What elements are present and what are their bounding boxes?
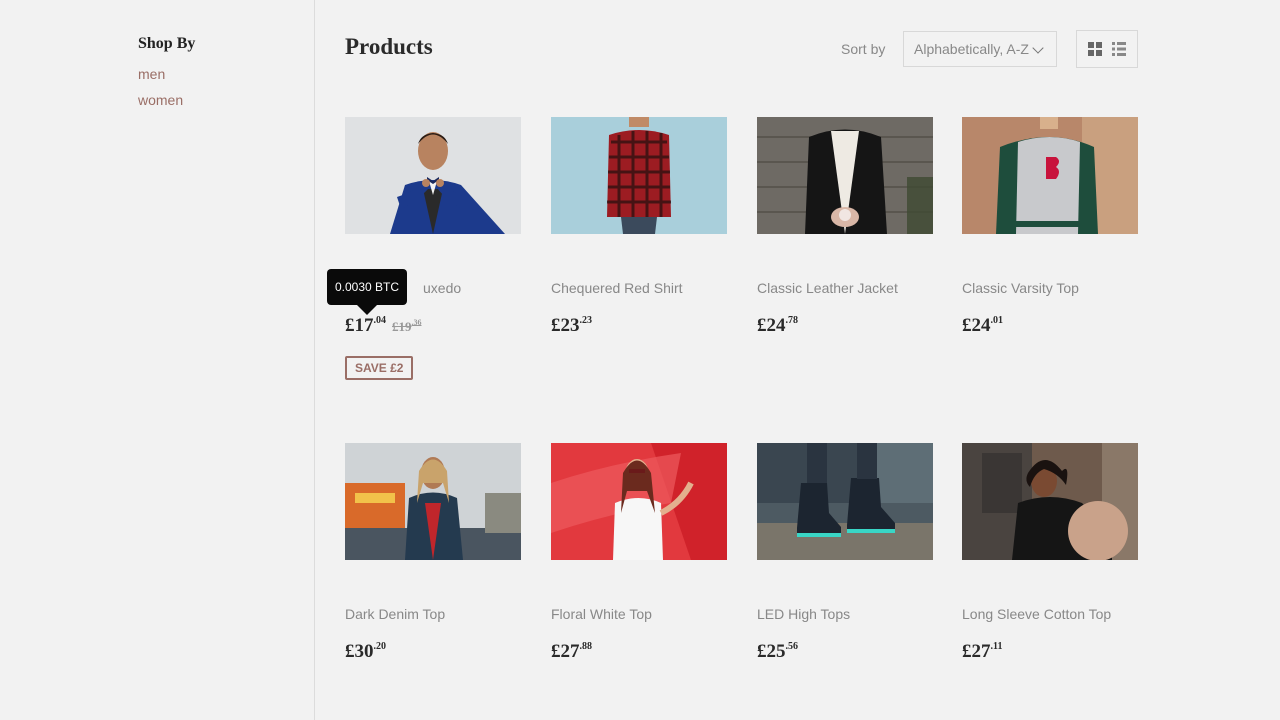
sidebar: Shop By men women xyxy=(0,0,315,720)
price-cents: .04 xyxy=(373,315,387,326)
product-price: £23.23 xyxy=(551,315,592,337)
product-name[interactable]: Dark Denim Top xyxy=(345,606,445,622)
price-main: £30 xyxy=(345,641,374,662)
price-old-cents: .36 xyxy=(411,318,422,327)
price-cents: .11 xyxy=(990,641,1003,652)
product-price: £27.88 xyxy=(551,641,592,663)
product-image[interactable] xyxy=(962,443,1138,560)
page: Shop By men women Products Sort by Alpha… xyxy=(0,0,1280,720)
product-price: £27.11 xyxy=(962,641,1002,663)
sidebar-link-women[interactable]: women xyxy=(138,92,183,108)
sort-label: Sort by xyxy=(841,41,886,57)
product-image[interactable] xyxy=(345,443,521,560)
product-name[interactable]: Chequered Red Shirt xyxy=(551,280,683,296)
product-name[interactable]: Floral White Top xyxy=(551,606,652,622)
price-cents: .88 xyxy=(579,641,593,652)
price-main: £25 xyxy=(757,641,786,662)
product-image[interactable] xyxy=(551,443,727,560)
sort-value: Alphabetically, A-Z xyxy=(914,41,1029,57)
product-price: £24.01 xyxy=(962,315,1003,337)
tooltip-arrow xyxy=(357,305,377,315)
product-name[interactable]: Long Sleeve Cotton Top xyxy=(962,606,1111,622)
price-main: £27 xyxy=(962,641,991,662)
sort-select[interactable]: Alphabetically, A-Z xyxy=(903,31,1057,67)
product-image[interactable] xyxy=(757,117,933,234)
price-main: £24 xyxy=(962,315,991,336)
product-price: £17.04 £19.36 xyxy=(345,315,422,337)
list-view-icon[interactable] xyxy=(1112,42,1126,56)
price-cents: .78 xyxy=(785,315,799,326)
price-cents: .20 xyxy=(373,641,387,652)
price-main: £27 xyxy=(551,641,580,662)
grid-view-icon[interactable] xyxy=(1088,42,1102,56)
product-name[interactable]: uxedo xyxy=(423,280,461,296)
product-name[interactable]: Classic Leather Jacket xyxy=(757,280,898,296)
product-image[interactable] xyxy=(345,117,521,234)
chevron-down-icon xyxy=(1032,42,1044,54)
price-cents: .23 xyxy=(579,315,593,326)
price-tooltip: 0.0030 BTC xyxy=(327,269,407,305)
save-badge: SAVE £2 xyxy=(345,356,414,380)
price-main: £24 xyxy=(757,315,786,336)
product-image[interactable] xyxy=(551,117,727,234)
product-image[interactable] xyxy=(962,117,1138,234)
price-main: £17 xyxy=(345,315,374,336)
page-title: Products xyxy=(345,34,433,59)
product-image[interactable] xyxy=(757,443,933,560)
price-cents: .01 xyxy=(990,315,1004,326)
product-price: £30.20 xyxy=(345,641,386,663)
price-old: £19.36 xyxy=(392,318,422,334)
view-toggle xyxy=(1076,30,1138,68)
shop-by-title: Shop By xyxy=(138,35,196,52)
product-name[interactable]: Classic Varsity Top xyxy=(962,280,1079,296)
price-cents: .56 xyxy=(785,641,799,652)
product-price: £25.56 xyxy=(757,641,798,663)
sidebar-link-men[interactable]: men xyxy=(138,66,165,82)
product-price: £24.78 xyxy=(757,315,798,337)
price-main: £23 xyxy=(551,315,580,336)
price-old-main: £19 xyxy=(392,319,412,334)
product-name[interactable]: LED High Tops xyxy=(757,606,850,622)
